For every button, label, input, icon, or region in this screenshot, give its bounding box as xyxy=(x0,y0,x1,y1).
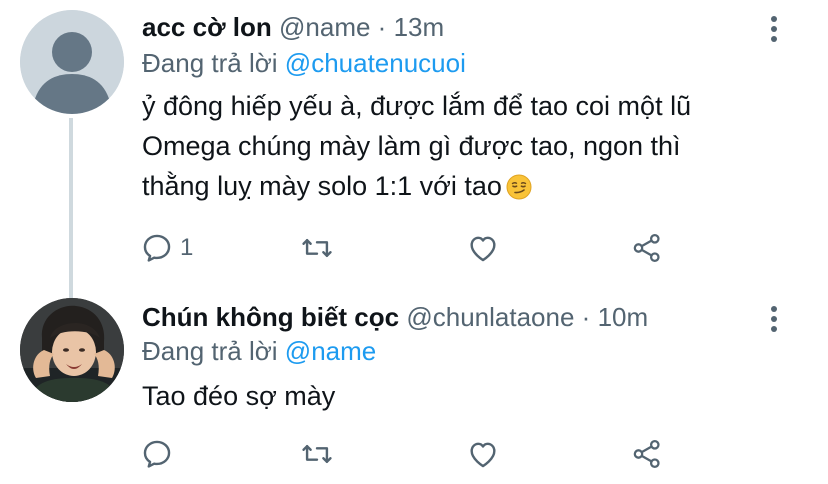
like-button[interactable] xyxy=(466,434,500,474)
tweet-text: ỷ đông hiếp yếu à, được lắm để tao coi m… xyxy=(142,86,782,211)
share-button[interactable] xyxy=(630,228,664,268)
tweet-text-line-with-emoji: thằng luỵ mày solo 1:1 với tao xyxy=(142,166,782,211)
timestamp[interactable]: 10m xyxy=(598,302,649,332)
tweet-actions: 1 xyxy=(140,228,680,268)
tweet[interactable]: acc cờ lon @name · 13m Đang trả lời @chu… xyxy=(0,0,828,290)
more-options-icon xyxy=(771,306,777,332)
retweet-icon xyxy=(302,239,332,257)
reply-icon xyxy=(143,234,171,262)
tweet-text-line: Tao đéo sợ mày xyxy=(142,381,336,411)
default-avatar-icon xyxy=(20,10,124,114)
tweet-text-line: thằng luỵ mày solo 1:1 với tao xyxy=(142,171,502,201)
reply-button[interactable]: 1 xyxy=(140,228,193,268)
reply-icon xyxy=(143,440,171,468)
timestamp[interactable]: 13m xyxy=(394,12,445,42)
profile-photo-icon xyxy=(20,298,124,402)
more-options-button[interactable] xyxy=(764,14,784,44)
tweet-text-line: Omega chúng mày làm gì được tao, ngon th… xyxy=(142,131,681,161)
replying-to-mention[interactable]: @name xyxy=(285,336,376,366)
tweet[interactable]: Chún không biết cọc @chunlataone · 10m Đ… xyxy=(0,290,828,484)
reply-button[interactable] xyxy=(140,434,180,474)
tweet-actions xyxy=(140,434,680,474)
avatar[interactable] xyxy=(20,298,124,402)
share-button[interactable] xyxy=(630,434,664,474)
replying-to: Đang trả lời @name xyxy=(142,334,376,368)
author-name[interactable]: acc cờ lon xyxy=(142,12,272,42)
tweet-text: Tao đéo sợ mày xyxy=(142,376,782,416)
like-button[interactable] xyxy=(466,228,500,268)
like-icon xyxy=(470,236,496,262)
tweet-header: Chún không biết cọc @chunlataone · 10m xyxy=(142,300,648,334)
author-handle[interactable]: @chunlataone xyxy=(406,302,574,332)
replying-to-mention[interactable]: @chuatenucuoi xyxy=(285,48,466,78)
retweet-button[interactable] xyxy=(300,434,334,474)
separator-dot: · xyxy=(377,12,387,42)
avatar[interactable] xyxy=(20,10,124,114)
author-name[interactable]: Chún không biết cọc xyxy=(142,302,399,332)
share-icon xyxy=(633,233,660,263)
reply-count: 1 xyxy=(180,234,194,261)
smirking-face-emoji-icon xyxy=(506,171,532,211)
author-handle[interactable]: @name xyxy=(279,12,370,42)
like-icon xyxy=(470,442,496,468)
separator-dot: · xyxy=(581,302,591,332)
tweet-header: acc cờ lon @name · 13m xyxy=(142,10,444,44)
replying-prefix: Đang trả lời xyxy=(142,48,278,78)
replying-to: Đang trả lời @chuatenucuoi xyxy=(142,46,466,80)
more-options-icon xyxy=(771,16,777,42)
share-icon xyxy=(633,439,660,469)
retweet-icon xyxy=(302,445,332,463)
more-options-button[interactable] xyxy=(764,304,784,334)
retweet-button[interactable] xyxy=(300,228,334,268)
replying-prefix: Đang trả lời xyxy=(142,336,278,366)
tweet-text-line: ỷ đông hiếp yếu à, được lắm để tao coi m… xyxy=(142,91,692,121)
